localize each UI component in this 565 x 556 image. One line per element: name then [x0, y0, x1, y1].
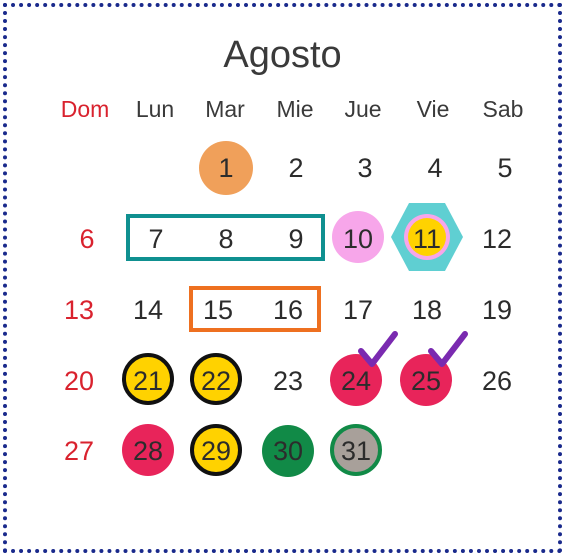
date-26[interactable]: 26 [467, 356, 527, 406]
weekday-sab: Sab [482, 96, 524, 122]
date-23[interactable]: 23 [258, 356, 318, 406]
date-11[interactable]: 11 [397, 214, 457, 264]
weekday-dom: Dom [60, 96, 110, 122]
date-9[interactable]: 9 [266, 214, 326, 264]
date-3[interactable]: 3 [335, 143, 395, 193]
date-24[interactable]: 24 [326, 356, 386, 406]
date-25[interactable]: 25 [396, 356, 456, 406]
date-20[interactable]: 20 [49, 356, 109, 406]
weekday-mar: Mar [205, 96, 245, 122]
date-28[interactable]: 28 [118, 426, 178, 476]
date-21[interactable]: 21 [118, 356, 178, 406]
date-8[interactable]: 8 [196, 214, 256, 264]
date-15[interactable]: 15 [188, 285, 248, 335]
date-5[interactable]: 5 [475, 143, 535, 193]
date-2[interactable]: 2 [266, 143, 326, 193]
date-7[interactable]: 7 [126, 214, 186, 264]
weekday-mie: Mie [276, 96, 314, 122]
date-29[interactable]: 29 [186, 426, 246, 476]
date-27[interactable]: 27 [49, 426, 109, 476]
date-4[interactable]: 4 [405, 143, 465, 193]
weekday-lun: Lun [135, 96, 175, 122]
weekday-jue: Jue [344, 96, 382, 122]
date-1[interactable]: 1 [196, 143, 256, 193]
weekday-vie: Vie [416, 96, 450, 122]
date-14[interactable]: 14 [118, 285, 178, 335]
date-6[interactable]: 6 [57, 214, 117, 264]
date-30[interactable]: 30 [258, 426, 318, 476]
date-31[interactable]: 31 [326, 426, 386, 476]
date-17[interactable]: 17 [328, 285, 388, 335]
date-22[interactable]: 22 [186, 356, 246, 406]
date-12[interactable]: 12 [467, 214, 527, 264]
month-title: Agosto [223, 34, 342, 76]
date-19[interactable]: 19 [467, 285, 527, 335]
date-10[interactable]: 10 [328, 214, 388, 264]
date-16[interactable]: 16 [258, 285, 318, 335]
date-18[interactable]: 18 [397, 285, 457, 335]
date-13[interactable]: 13 [49, 285, 109, 335]
